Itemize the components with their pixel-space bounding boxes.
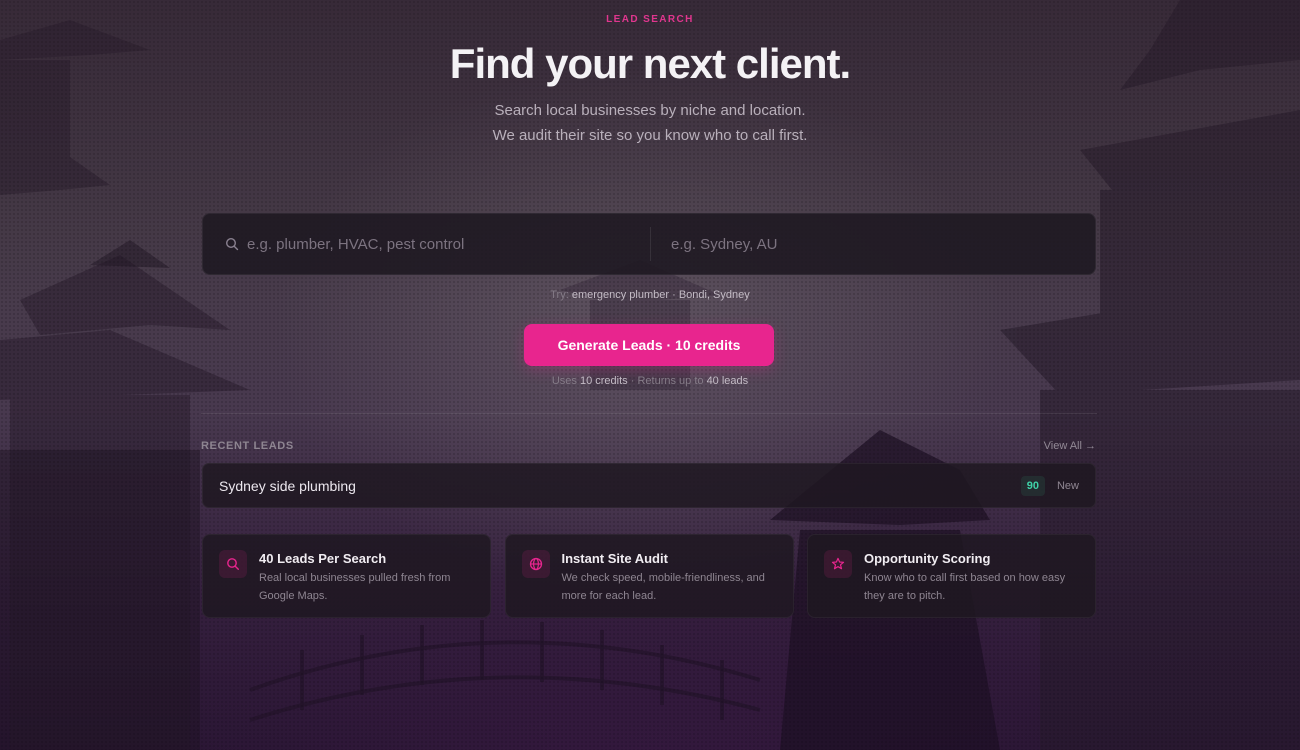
try-example: Try: emergency plumber · Bondi, Sydney — [0, 289, 1300, 301]
feature-title: Instant Site Audit — [561, 551, 668, 566]
credits-note-leads: 40 leads — [706, 375, 749, 387]
search-icon — [219, 550, 247, 578]
recent-lead-row[interactable]: Sydney side plumbing 90 New — [202, 463, 1096, 508]
try-example-link[interactable]: emergency plumber · Bondi, Sydney — [572, 289, 750, 301]
page-eyebrow: LEAD SEARCH — [606, 14, 694, 25]
lead-score-badge: 90 — [1020, 475, 1045, 496]
feature-description: We check speed, mobile-friendliness, and… — [561, 572, 765, 602]
feature-description: Know who to call first based on how easy… — [864, 572, 1066, 602]
niche-field — [203, 214, 650, 274]
feature-description: Real local businesses pulled fresh from … — [259, 572, 451, 602]
page-title: Find your next client. — [449, 40, 851, 87]
search-bar — [202, 213, 1096, 275]
lead-name: Sydney side plumbing — [219, 477, 356, 494]
lead-search-page: LEAD SEARCH Find your next client. Searc… — [0, 0, 1300, 750]
feature-card-scoring: Opportunity Scoring Know who to call fir… — [807, 534, 1096, 618]
try-label: Try: — [550, 289, 569, 301]
view-all-link[interactable]: View All → — [1044, 440, 1096, 452]
credits-note-mid: · Returns up to — [630, 375, 704, 387]
location-input[interactable] — [671, 235, 1095, 253]
credits-note-prefix: Uses — [551, 375, 577, 387]
search-icon — [225, 237, 239, 251]
lead-status: New — [1056, 479, 1079, 492]
recent-leads-heading: RECENT LEADS — [201, 440, 294, 452]
feature-title: 40 Leads Per Search — [259, 551, 387, 566]
section-divider — [201, 413, 1097, 414]
star-icon — [824, 550, 852, 578]
feature-card-audit: Instant Site Audit We check speed, mobil… — [504, 534, 794, 618]
feature-card-leads: 40 Leads Per Search Real local businesse… — [202, 534, 491, 618]
location-field — [650, 227, 1095, 261]
credits-note: Uses 10 credits · Returns up to 40 leads — [0, 375, 1300, 387]
feature-cards: 40 Leads Per Search Real local businesse… — [202, 534, 1096, 618]
feature-title: Opportunity Scoring — [864, 551, 991, 566]
page-subtitle: Search local businesses by niche and loc… — [492, 102, 808, 144]
globe-icon — [521, 550, 550, 578]
generate-leads-button[interactable]: Generate Leads · 10 credits — [524, 324, 774, 366]
credits-note-credits: 10 credits — [579, 375, 628, 387]
niche-input[interactable] — [247, 235, 650, 253]
